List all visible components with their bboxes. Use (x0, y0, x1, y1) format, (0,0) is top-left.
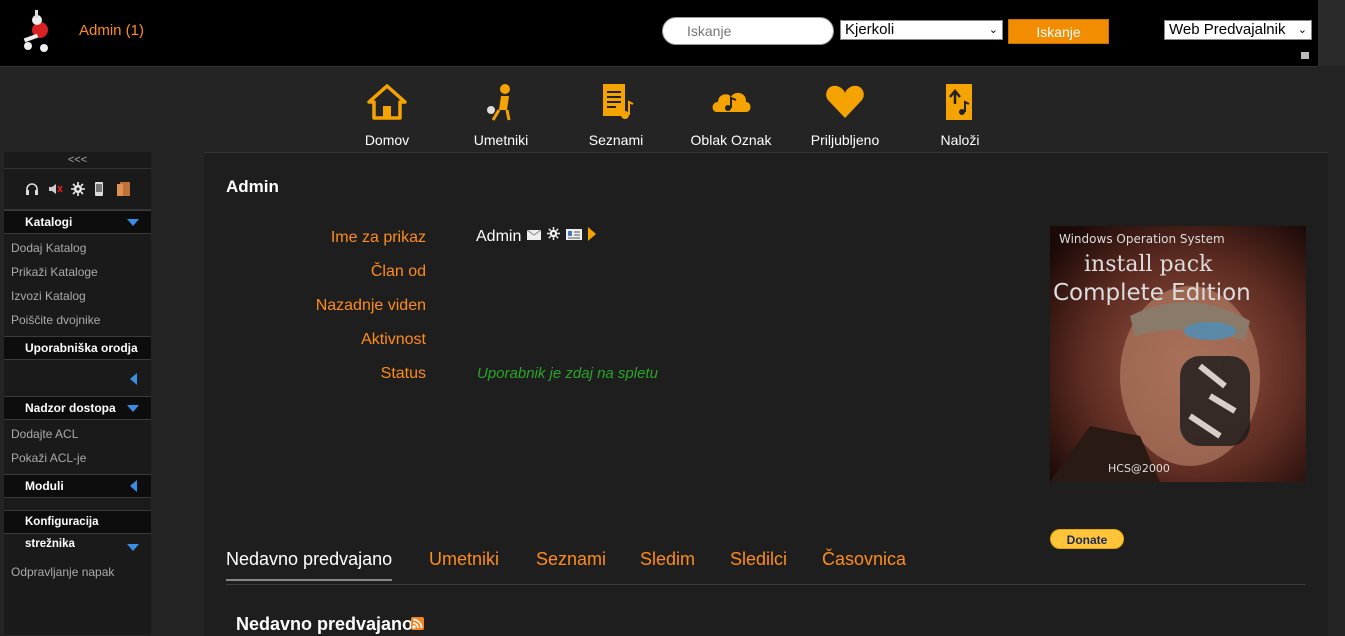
label-last-seen: Nazadnje viden (315, 297, 426, 314)
sidebar-section-title: Nadzor dostopa (25, 401, 116, 415)
nav-label: Domov (364, 132, 410, 148)
collapse-arrow-icon[interactable] (130, 480, 137, 492)
profile-content: Admin Ime za prikaz Član od Nazadnje vid… (204, 152, 1328, 636)
playlist-icon (603, 84, 634, 119)
artist-icon (487, 84, 511, 121)
expand-arrow-icon[interactable] (127, 219, 139, 226)
sidebar-section-catalogs[interactable]: Katalogi (4, 210, 151, 234)
sidebar-section-server-config[interactable]: Konfiguracija strežnika (4, 510, 151, 550)
player-select[interactable]: Web Predvajalnik ⌄ (1164, 20, 1312, 40)
label-member-since: Član od (370, 263, 426, 280)
chevron-down-icon: ⌄ (988, 24, 998, 36)
nav-label: Oblak Oznak (690, 132, 772, 148)
home-icon (367, 84, 407, 120)
label-status: Status (380, 365, 426, 382)
device-icon[interactable] (94, 182, 108, 196)
gear-icon[interactable] (70, 182, 85, 196)
sidebar-item-add-acl[interactable]: Dodajte ACL (4, 422, 151, 446)
sidebar-item-show-catalogs[interactable]: Prikaži Kataloge (4, 260, 151, 284)
sidebar-section-access-control[interactable]: Nadzor dostopa (4, 396, 151, 420)
nav-artists[interactable]: Umetniki (446, 78, 556, 150)
user-avatar-image: Windows Operation System install pack Co… (1050, 226, 1306, 482)
speaker-icon[interactable] (48, 182, 63, 196)
user-action-icons (526, 226, 596, 246)
section-title: Nedavno predvajano (236, 614, 414, 634)
play-arrow-icon[interactable] (588, 226, 596, 246)
sidebar-item-debug[interactable]: Odpravljanje napak (4, 560, 151, 584)
main-navigation: Domov Umetniki Seznami Oblak Oznak Prilj… (340, 78, 1020, 150)
chevron-down-icon: ⌄ (1297, 24, 1307, 36)
display-name-value: Admin (476, 228, 522, 245)
tab-recently-played[interactable]: Nedavno predvajano (226, 549, 393, 581)
nav-label: Seznami (588, 132, 644, 148)
nav-favorites[interactable]: Priljubljeno (790, 78, 900, 150)
nav-label: Priljubljeno (810, 132, 880, 148)
tab-artists[interactable]: Umetniki (429, 549, 499, 579)
search-button[interactable]: Iskanje (1008, 19, 1109, 44)
upload-icon (946, 84, 972, 120)
user-account-link[interactable]: Admin (1) (79, 22, 144, 39)
sidebar-item-find-duplicates[interactable]: Poiščite dvojnike (4, 308, 151, 332)
top-header: Admin (1) Kjerkoli ⌄ Iskanje Web Predvaj… (0, 0, 1318, 67)
avatar-caption-4: HCS@2000 (1108, 462, 1170, 475)
nav-upload[interactable]: Naloži (905, 78, 1015, 150)
nav-home[interactable]: Domov (332, 78, 442, 150)
avatar-caption-3: Complete Edition (1053, 280, 1251, 306)
scrollbar-area (1318, 0, 1345, 66)
tab-following[interactable]: Sledim (640, 549, 695, 579)
page-title: Admin (226, 177, 279, 196)
mail-icon[interactable] (526, 227, 542, 245)
sidebar-section-user-tools[interactable]: Uporabniška orodja (4, 336, 151, 360)
nav-label: Naloži (940, 132, 980, 148)
expand-arrow-icon[interactable] (127, 405, 139, 412)
nav-tag-cloud[interactable]: Oblak Oznak (676, 78, 786, 150)
status-value: Uporabnik je zdaj na spletu (477, 365, 658, 382)
heart-icon (826, 85, 864, 118)
tab-timeline[interactable]: Časovnica (822, 549, 906, 579)
tab-followers[interactable]: Sledilci (730, 549, 787, 579)
collapse-arrow-icon[interactable] (130, 373, 137, 385)
app-logo[interactable] (14, 8, 58, 56)
sidebar-item-show-acls[interactable]: Pokaži ACL-je (4, 446, 151, 470)
label-activity: Aktivnost (361, 331, 426, 348)
minimize-icon[interactable] (1301, 52, 1309, 59)
search-input[interactable] (662, 17, 834, 45)
sidebar-item-export-catalog[interactable]: Izvozi Katalog (4, 284, 151, 308)
player-select-value: Web Predvajalnik (1169, 21, 1286, 38)
avatar-caption-2: install pack (1084, 252, 1213, 277)
id-card-icon[interactable] (566, 227, 582, 245)
search-type-select[interactable]: Kjerkoli ⌄ (840, 20, 1003, 40)
sidebar-section-title: Uporabniška orodja (25, 341, 138, 355)
sidebar-tool-icons (4, 169, 151, 210)
rss-icon[interactable] (411, 617, 424, 630)
nav-label: Umetniki (473, 132, 529, 148)
sidebar-section-title: Katalogi (25, 215, 73, 229)
exit-door-icon[interactable] (116, 182, 131, 196)
expand-arrow-icon[interactable] (127, 544, 139, 551)
sidebar-section-title: Moduli (25, 479, 64, 493)
tab-playlists[interactable]: Seznami (536, 549, 606, 579)
headphones-icon[interactable] (25, 182, 39, 196)
tag-cloud-icon (712, 92, 751, 112)
nav-playlists[interactable]: Seznami (561, 78, 671, 150)
avatar-caption-1: Windows Operation System (1059, 232, 1225, 246)
gear-icon[interactable] (547, 227, 560, 245)
profile-tabs: Nedavno predvajano Umetniki Seznami Sled… (226, 539, 1306, 585)
search-type-value: Kjerkoli (845, 21, 895, 38)
sidebar-collapse-button[interactable]: <<< (4, 152, 151, 169)
sidebar-item-add-catalog[interactable]: Dodaj Katalog (4, 236, 151, 260)
label-display-name: Ime za prikaz (330, 229, 426, 246)
sidebar: <<< Katalogi Dodaj Katalog Prikaži Katal… (4, 152, 151, 635)
sidebar-section-modules[interactable]: Moduli (4, 474, 151, 498)
